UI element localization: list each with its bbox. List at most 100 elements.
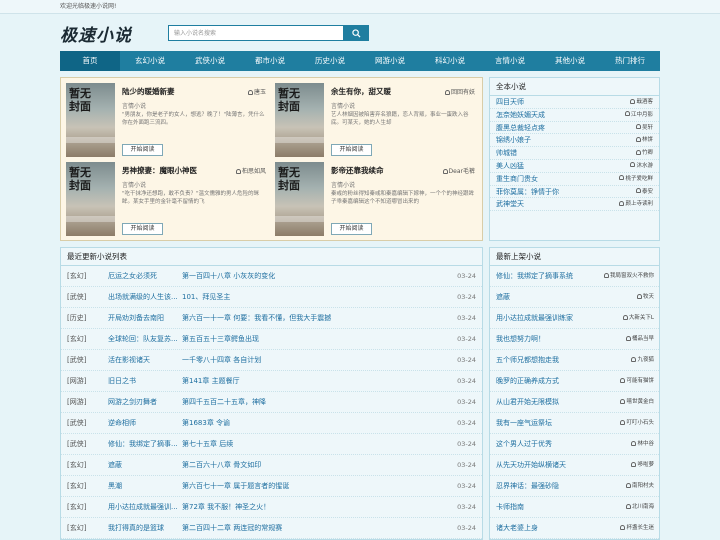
book-link[interactable]: 五个师兄都想抱走我 — [496, 356, 559, 364]
list-item: 诸大老婆上身 杯盏长生迷 — [490, 518, 659, 539]
recent-updates-panel: 最近更新小说列表 [玄幻] 厄运之女必须死 第一百四十八章 小灰灰的变化 03-24 … — [60, 247, 483, 540]
book-title[interactable]: 影帝还靠我续命 — [331, 165, 384, 176]
row-chapter-link[interactable]: 第1683章 令谕 — [182, 413, 230, 434]
nav-wangyou[interactable]: 网游小说 — [360, 51, 420, 71]
book-link[interactable]: 我有一座气运祭坛 — [496, 419, 552, 427]
read-button[interactable]: 开始阅读 — [331, 223, 372, 235]
nav-qita[interactable]: 其他小说 — [540, 51, 600, 71]
book-link[interactable]: 晚罗的正确养成方式 — [496, 377, 559, 385]
nav-ranking[interactable]: 热门排行 — [600, 51, 660, 71]
user-icon — [619, 175, 625, 181]
row-chapter-link[interactable]: 101、拜见圣主 — [182, 287, 230, 308]
row-book-link[interactable]: 遮蔽 — [108, 455, 193, 476]
row-chapter-link[interactable]: 第一百四十八章 小灰灰的变化 — [182, 266, 275, 287]
book-description: "男朋友，你是老子的女人，想逃？晚了！"陆薄言，凭什么你在外面跑三流四。 — [122, 112, 265, 126]
nav-lishi[interactable]: 历史小说 — [300, 51, 360, 71]
book-author: 沐水游 — [630, 160, 653, 173]
book-link[interactable]: 这个男人过于优秀 — [496, 440, 552, 448]
book-link[interactable]: 腹黑总裁轻点疼 — [496, 124, 545, 132]
read-button[interactable]: 开始阅读 — [122, 223, 163, 235]
nav-yanqing[interactable]: 言情小说 — [480, 51, 540, 71]
row-chapter-link[interactable]: 第四千五百二十五章，神降 — [182, 392, 266, 413]
table-row: [武侠] 逆命相师 第1683章 令谕 03-24 — [61, 413, 482, 434]
book-link[interactable]: 美人凶猛 — [496, 162, 524, 170]
completed-list: 四目天师 戢酒客 怎奈她妖媚天成 江中月影 腹黑总裁轻点疼 吴轩 锦绣小娘子 林饼 帅城… — [490, 96, 659, 212]
row-chapter-link[interactable]: 第141章 主题餐厅 — [182, 371, 240, 392]
search-input[interactable] — [168, 25, 343, 41]
row-chapter-link[interactable]: 一千零八十四章 各自计划 — [182, 350, 261, 371]
book-cover[interactable]: 暂无封面 — [275, 162, 324, 236]
book-link[interactable]: 诸大老婆上身 — [496, 524, 538, 532]
book-link[interactable]: 从先天功开始纵横诸天 — [496, 461, 566, 469]
book-link[interactable]: 重生商门贵女 — [496, 175, 538, 183]
user-icon — [625, 335, 631, 341]
book-link[interactable]: 菲你莫属：铮情于你 — [496, 188, 559, 196]
read-button[interactable]: 开始阅读 — [331, 144, 372, 156]
row-book-link[interactable]: 活在影视诸天 — [108, 350, 193, 371]
row-book-link[interactable]: 网游之剑刃舞者 — [108, 392, 193, 413]
row-chapter-link[interactable]: 第七十五章 后续 — [182, 434, 233, 455]
row-book-link[interactable]: 出场就满级的人生该... — [108, 287, 193, 308]
row-book-link[interactable]: 用小达拉成就最强训... — [108, 497, 193, 518]
row-book-link[interactable]: 我打得真的是篮球 — [108, 518, 193, 539]
book-cover[interactable]: 暂无封面 — [66, 83, 115, 157]
user-icon — [630, 98, 636, 104]
book-link[interactable]: 我也想努力啊！ — [496, 335, 545, 343]
row-book-link[interactable]: 开局劝刘备去南阳 — [108, 308, 193, 329]
row-book-link[interactable]: 旧日之书 — [108, 371, 193, 392]
row-book-link[interactable]: 逆命相师 — [108, 413, 193, 434]
book-link[interactable]: 从山君开始无限模拟 — [496, 398, 559, 406]
row-chapter-link[interactable]: 第二百四十二章 两连冠的常规赛 — [182, 518, 282, 539]
row-chapter-link[interactable]: 第五百五十三章鳄鱼出现 — [182, 329, 259, 350]
panel-title: 最近更新小说列表 — [61, 248, 482, 266]
panel-title: 最新上架小说 — [490, 248, 659, 266]
row-book-link[interactable]: 全球轮回：队友复苏... — [108, 329, 193, 350]
book-link[interactable]: 修仙：我绑定了摘事系统 — [496, 272, 573, 280]
book-title[interactable]: 男神撩妻：魔眼小神医 — [122, 165, 197, 176]
search-button[interactable] — [343, 25, 369, 41]
book-author: 颜上寺读利 — [619, 198, 653, 211]
book-link[interactable]: 忍界神话：最强砂隐 — [496, 482, 559, 490]
row-book-link[interactable]: 黑潮 — [108, 476, 193, 497]
table-row: [武侠] 出场就满级的人生该... 101、拜见圣主 03-24 — [61, 287, 482, 308]
nav-wuxia[interactable]: 武侠小说 — [180, 51, 240, 71]
book-link[interactable]: 卡师指南 — [496, 503, 524, 511]
nav-xuanhuan[interactable]: 玄幻小说 — [120, 51, 180, 71]
row-book-link[interactable]: 厄运之女必须死 — [108, 266, 193, 287]
book-cover[interactable]: 暂无封面 — [275, 83, 324, 157]
nav-dushi[interactable]: 都市小说 — [240, 51, 300, 71]
row-chapter-link[interactable]: 第六百一十一章 何要：我看不懂，但我大手震撼 — [182, 308, 331, 329]
row-date: 03-24 — [457, 524, 476, 532]
row-date: 03-24 — [457, 356, 476, 364]
book-link[interactable]: 锦绣小娘子 — [496, 136, 531, 144]
row-chapter-link[interactable]: 第72章 我不服！神圣之火！ — [182, 497, 270, 518]
user-icon — [620, 524, 626, 530]
user-icon — [620, 419, 626, 425]
row-date: 03-24 — [457, 503, 476, 511]
nav-home[interactable]: 首页 — [60, 51, 120, 71]
row-category: [玄幻] — [67, 335, 87, 343]
book-author: 大新关下L — [622, 308, 654, 329]
book-link[interactable]: 武神堂天 — [496, 200, 524, 208]
book-title[interactable]: 陆少的暖婚新妻 — [122, 86, 175, 97]
list-item: 这个男人过于优秀 林中谷 — [490, 434, 659, 455]
row-chapter-link[interactable]: 第二百六十八章 骨文如印 — [182, 455, 261, 476]
read-button[interactable]: 开始阅读 — [122, 144, 163, 156]
site-logo[interactable]: 极速小说 — [60, 21, 132, 46]
book-link[interactable]: 四目天师 — [496, 98, 524, 106]
list-item: 怎奈她妖媚天成 江中月影 — [490, 109, 659, 122]
book-cover[interactable]: 暂无封面 — [66, 162, 115, 236]
user-icon — [620, 377, 626, 383]
search-icon — [351, 28, 361, 38]
book-link[interactable]: 用小达拉成就最强训练家 — [496, 314, 573, 322]
book-link[interactable]: 遮蔽 — [496, 293, 510, 301]
featured-books: 暂无封面 陆少的暖婚新妻 唐玉 言情小说 "男朋友，你是老子的女人，想逃？晚了！… — [60, 77, 483, 241]
user-icon — [620, 398, 626, 404]
book-link[interactable]: 帅城错 — [496, 149, 517, 157]
book-title[interactable]: 余生有你，甜又暖 — [331, 86, 391, 97]
book-link[interactable]: 怎奈她妖媚天成 — [496, 111, 545, 119]
row-book-link[interactable]: 修仙：我绑定了摘事... — [108, 434, 193, 455]
row-chapter-link[interactable]: 第六百七十一章 属于题言者的惺诞 — [182, 476, 289, 497]
nav-kehuan[interactable]: 科幻小说 — [420, 51, 480, 71]
list-item: 菲你莫属：铮情于你 泰安 — [490, 186, 659, 199]
